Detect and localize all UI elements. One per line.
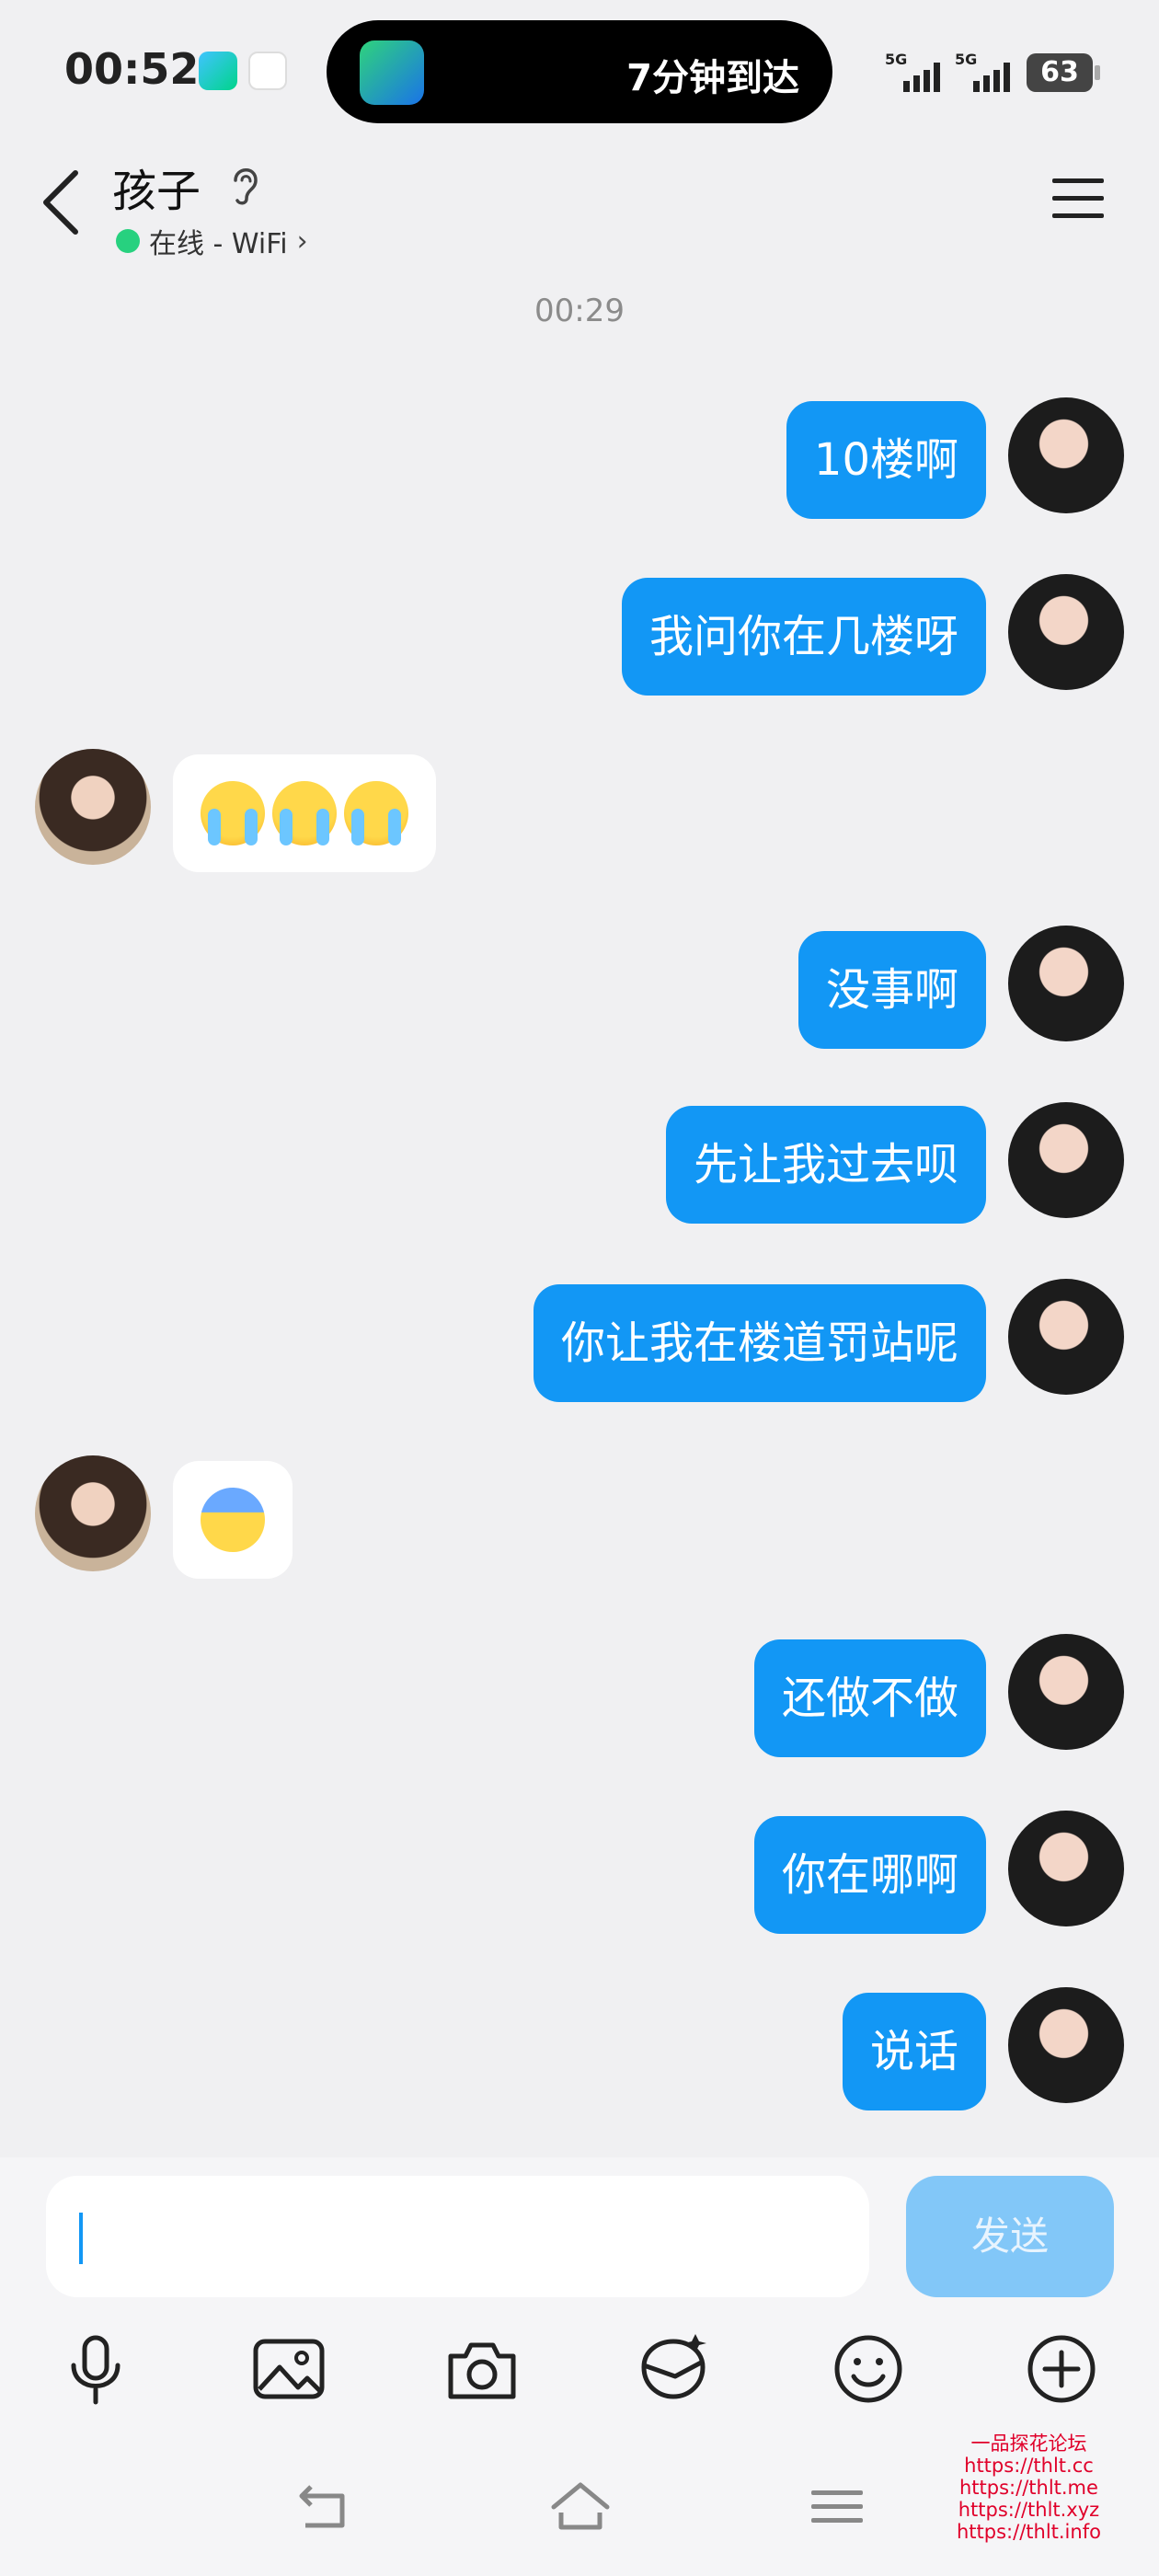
my-avatar[interactable]	[1008, 1102, 1124, 1218]
navigation-app-icon	[360, 40, 424, 105]
my-avatar[interactable]	[1008, 926, 1124, 1041]
face-screaming-in-fear-icon	[201, 1488, 265, 1552]
outgoing-message[interactable]: 10楼啊	[786, 401, 986, 519]
incoming-message[interactable]	[173, 754, 436, 872]
my-avatar[interactable]	[1008, 574, 1124, 690]
contact-avatar[interactable]	[35, 749, 151, 865]
watermark-line: 一品探花论坛	[970, 2432, 1087, 2455]
status-time: 00:52	[64, 44, 200, 94]
island-eta: 7分钟到达	[626, 57, 799, 99]
chevron-right-icon: ›	[296, 224, 308, 258]
online-dot	[116, 229, 140, 253]
battery-indicator: 63	[1027, 53, 1100, 92]
loudly-crying-face-icon	[201, 781, 265, 845]
text-caret	[79, 2213, 83, 2264]
my-avatar[interactable]	[1008, 397, 1124, 513]
contact-avatar[interactable]	[35, 1455, 151, 1571]
send-button[interactable]: 发送	[906, 2176, 1114, 2297]
camera-icon[interactable]	[443, 2330, 521, 2408]
ear-icon[interactable]	[226, 162, 263, 208]
svg-text:5G: 5G	[955, 51, 977, 68]
outgoing-message[interactable]: 我问你在几楼呀	[621, 578, 986, 696]
signal-icon: 5G	[885, 51, 940, 92]
message-input[interactable]	[46, 2176, 869, 2297]
nav-back-icon[interactable]	[291, 2479, 355, 2535]
microphone-icon[interactable]	[57, 2330, 134, 2408]
my-avatar[interactable]	[1008, 1987, 1124, 2103]
dynamic-island[interactable]: 7分钟到达	[327, 20, 832, 123]
online-status[interactable]: 在线 - WiFi ›	[116, 221, 308, 261]
my-avatar[interactable]	[1008, 1279, 1124, 1395]
emoji-icon[interactable]	[830, 2330, 907, 2408]
outgoing-message[interactable]: 还做不做	[753, 1639, 986, 1757]
back-arrow-icon[interactable]	[37, 166, 92, 239]
svg-text:5G: 5G	[885, 51, 907, 68]
red-packet-icon[interactable]	[635, 2330, 712, 2408]
my-avatar[interactable]	[1008, 1811, 1124, 1926]
signal-icon: 5G	[955, 51, 1010, 92]
outgoing-message[interactable]: 没事啊	[798, 931, 986, 1049]
watermark: 一品探花论坛 https://thlt.cc https://thlt.me h…	[957, 2432, 1101, 2543]
watermark-line: https://thlt.me	[959, 2477, 1098, 2499]
image-icon[interactable]	[250, 2330, 327, 2408]
online-status-text: 在线 - WiFi	[149, 228, 288, 260]
watermark-line: https://thlt.xyz	[958, 2499, 1100, 2521]
my-avatar[interactable]	[1008, 1634, 1124, 1750]
nav-home-icon[interactable]	[548, 2479, 613, 2535]
plus-icon[interactable]	[1023, 2330, 1100, 2408]
watermark-line: https://thlt.cc	[964, 2455, 1094, 2477]
loudly-crying-face-icon	[344, 781, 408, 845]
outgoing-message[interactable]: 说话	[842, 1993, 986, 2110]
app-notification-icon	[199, 52, 237, 90]
loudly-crying-face-icon	[272, 781, 337, 845]
chat-title: 孩子	[112, 166, 201, 217]
menu-icon[interactable]	[1050, 175, 1106, 223]
incoming-message[interactable]	[173, 1461, 293, 1579]
outgoing-message[interactable]: 先让我过去呗	[665, 1106, 986, 1224]
status-bar: 00:52 7分钟到达 5G 5G 63	[0, 0, 1159, 147]
outgoing-message[interactable]: 你让我在楼道罚站呢	[533, 1284, 986, 1402]
watermark-line: https://thlt.info	[957, 2521, 1101, 2543]
message-timestamp: 00:29	[534, 293, 625, 329]
app-notification-icon	[248, 52, 287, 90]
nav-menu-icon[interactable]	[806, 2479, 870, 2535]
outgoing-message[interactable]: 你在哪啊	[753, 1816, 986, 1934]
